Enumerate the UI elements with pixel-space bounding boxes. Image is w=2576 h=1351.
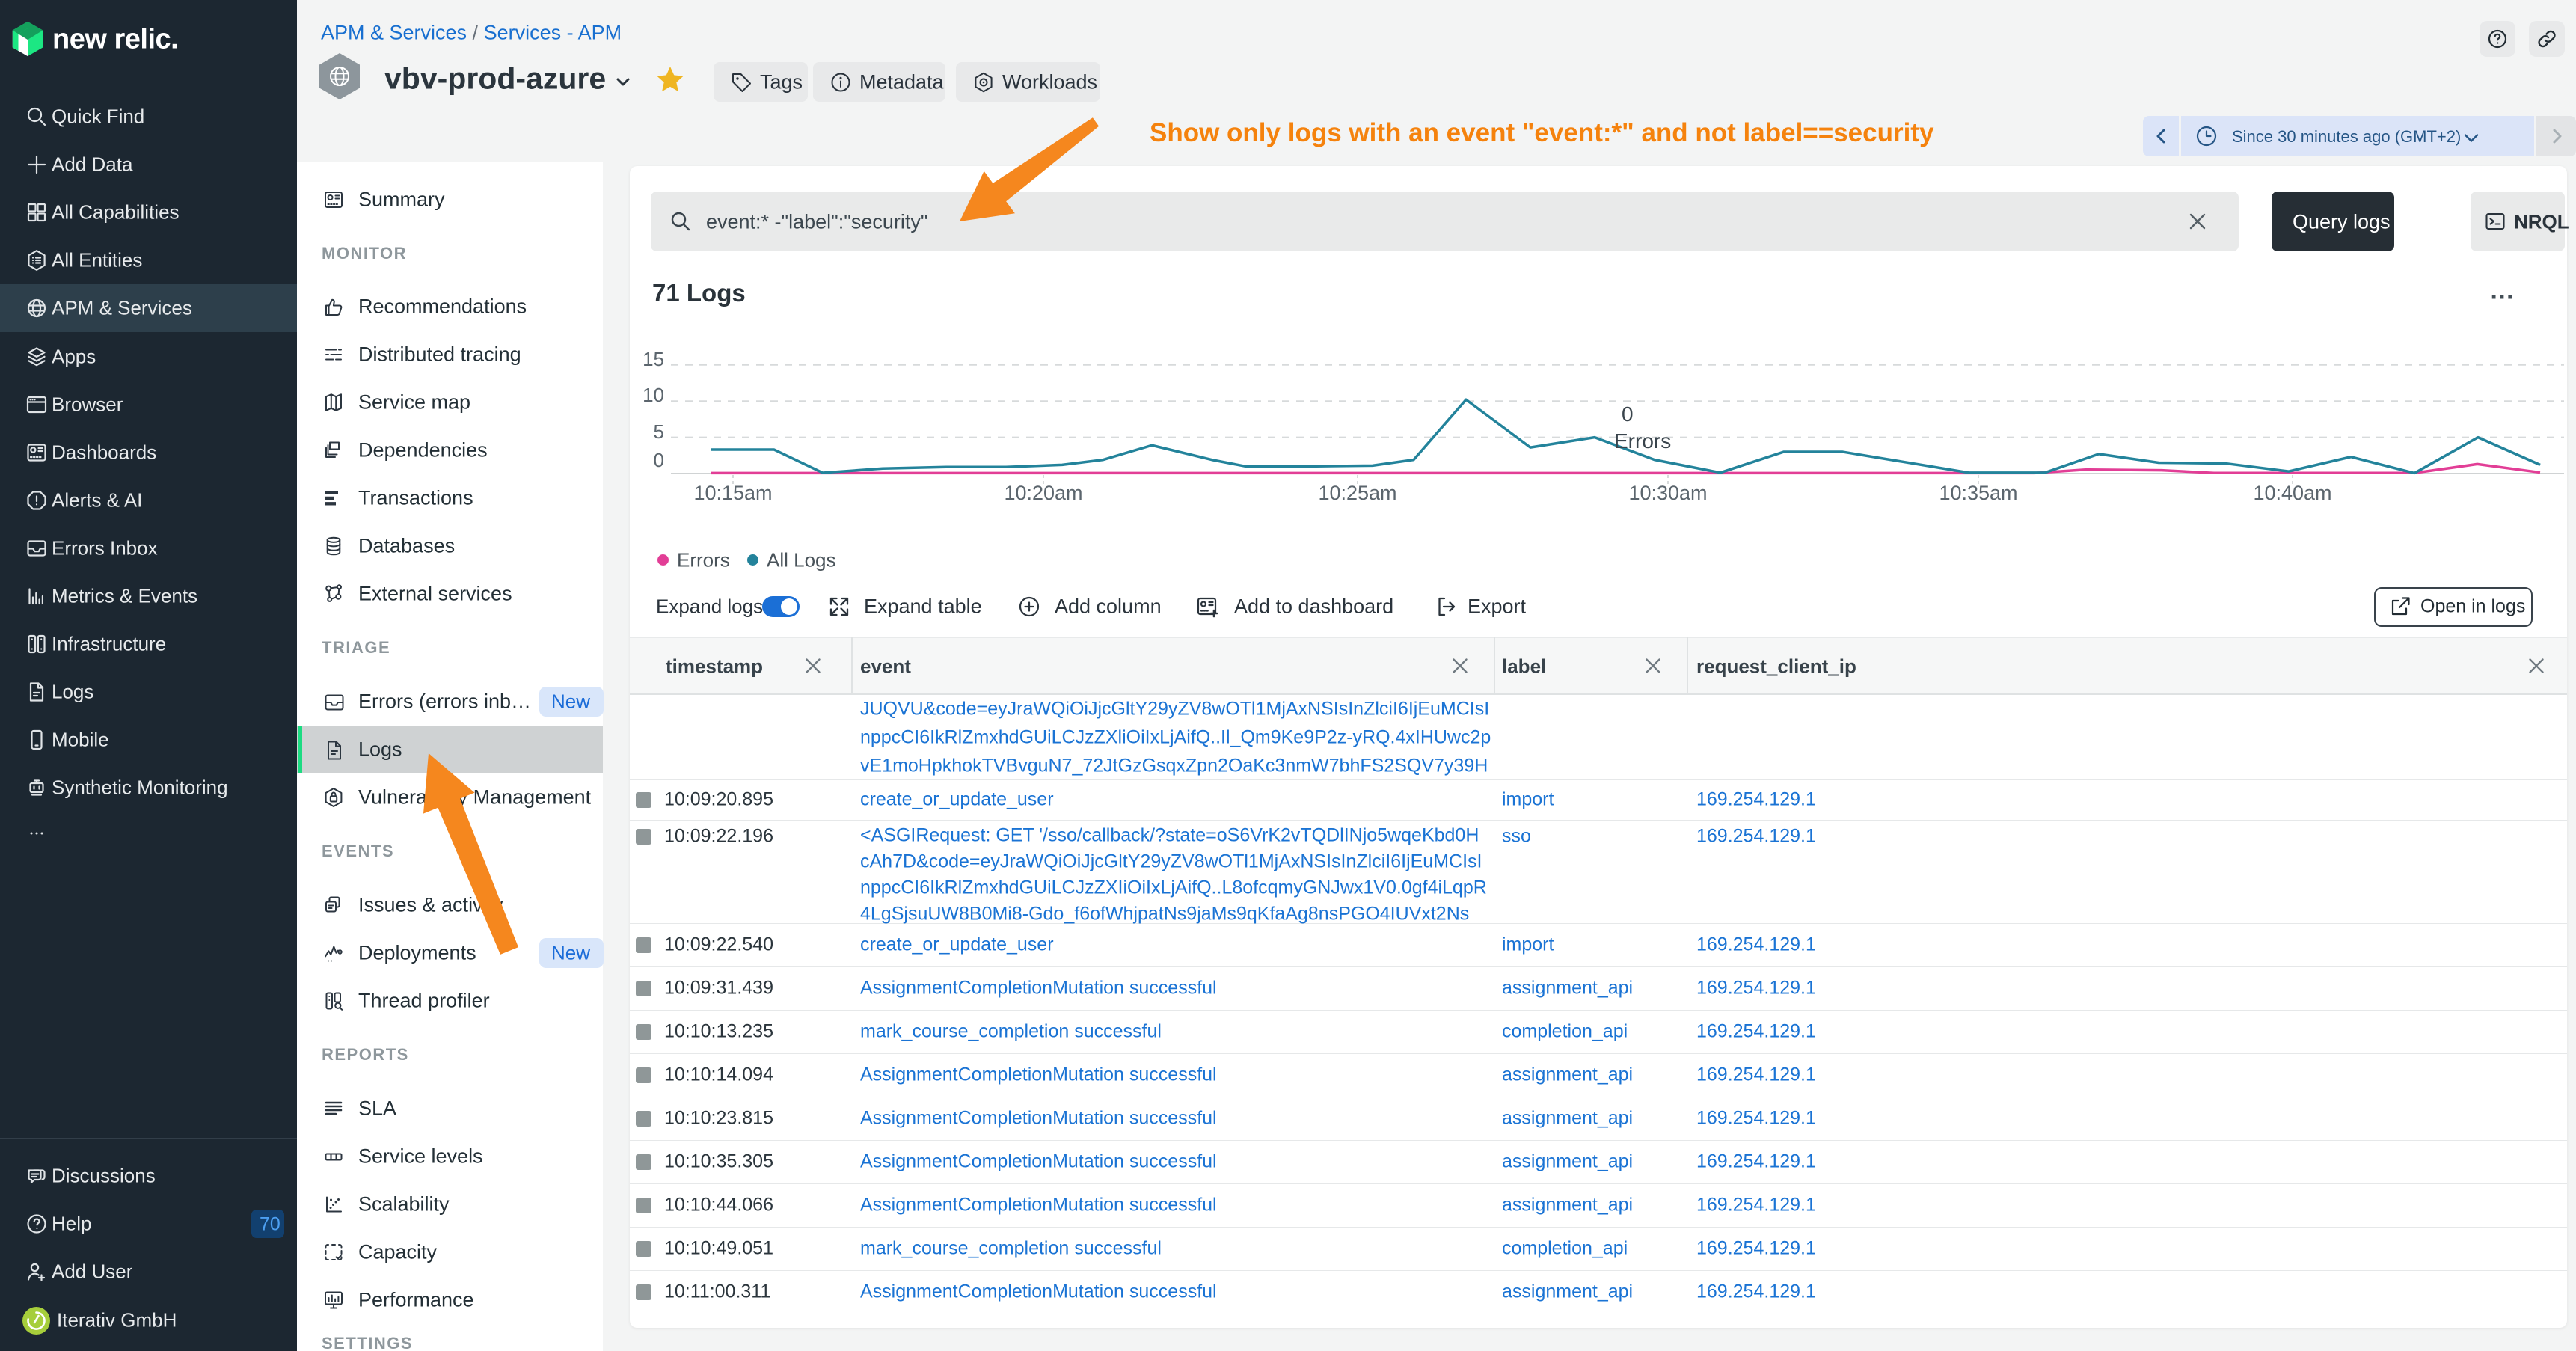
- svg-text:10:15am: 10:15am: [693, 482, 772, 504]
- svg-text:10:30am: 10:30am: [1628, 482, 1707, 504]
- svg-text:0: 0: [654, 449, 664, 471]
- svg-text:Errors: Errors: [1614, 429, 1671, 453]
- svg-text:0: 0: [1622, 402, 1634, 426]
- svg-text:10:25am: 10:25am: [1318, 482, 1396, 504]
- svg-text:10: 10: [643, 384, 664, 406]
- svg-text:10:20am: 10:20am: [1004, 482, 1082, 504]
- svg-text:5: 5: [654, 420, 664, 443]
- svg-text:15: 15: [643, 348, 664, 370]
- svg-text:10:35am: 10:35am: [1939, 482, 2017, 504]
- svg-text:10:40am: 10:40am: [2253, 482, 2331, 504]
